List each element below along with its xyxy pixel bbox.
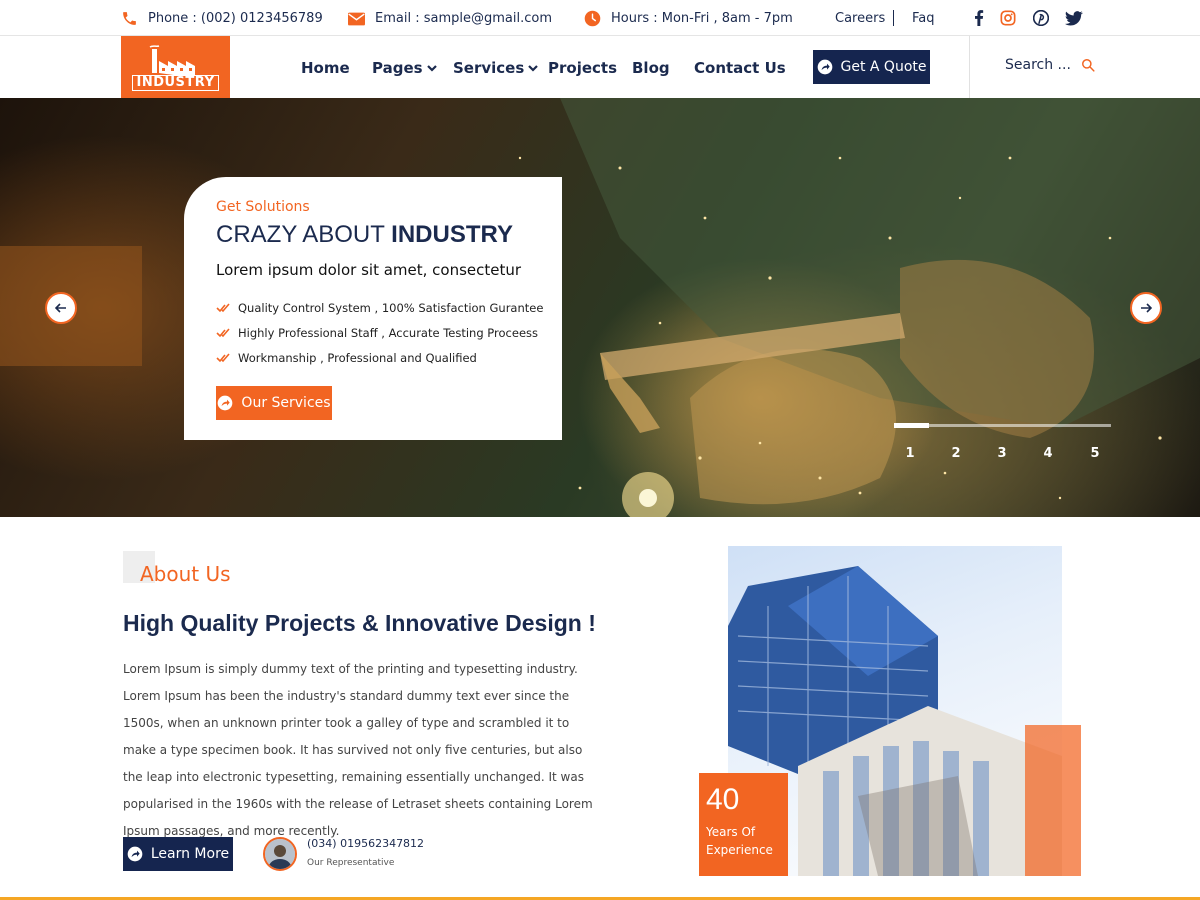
learn-more-button[interactable]: Learn More (123, 837, 233, 871)
double-check-icon (216, 352, 230, 362)
hero-background-image (0, 98, 1200, 517)
arrow-right-icon (1141, 303, 1152, 313)
top-bar: Phone : (002) 0123456789 Email : sample@… (0, 0, 1200, 36)
nav-blog[interactable]: Blog (632, 59, 670, 77)
get-quote-label: Get A Quote (840, 59, 927, 75)
experience-badge: 40 Years Of Experience (699, 773, 788, 876)
share-arrow-icon (218, 395, 233, 411)
slide-number-1[interactable]: 1 (900, 446, 920, 461)
decorative-orange-strip (1025, 725, 1081, 876)
site-logo[interactable]: INDUSTRY (121, 36, 230, 98)
hours-text: Hours : Mon-Fri , 8am - 7pm (611, 11, 793, 26)
factory-icon (149, 45, 195, 75)
arrow-left-icon (55, 303, 66, 313)
hero-card: Get Solutions CRAZY ABOUT INDUSTRY Lorem… (184, 177, 562, 440)
check-item-label: Workmanship , Professional and Qualified (238, 350, 477, 365)
experience-number: 40 (706, 783, 740, 816)
hero-title: CRAZY ABOUT INDUSTRY (216, 221, 562, 249)
nav-services-label: Services (453, 59, 525, 77)
about-description: Lorem Ipsum is simply dummy text of the … (123, 662, 593, 838)
slide-number-3[interactable]: 3 (992, 446, 1012, 461)
chevron-down-icon (528, 64, 539, 72)
check-item-label: Highly Professional Staff , Accurate Tes… (238, 325, 538, 340)
hero-title-light: CRAZY ABOUT (216, 221, 392, 248)
phone-text: Phone : (002) 0123456789 (148, 11, 323, 26)
nav-projects[interactable]: Projects (548, 59, 617, 77)
search-box[interactable]: Search ... (1005, 57, 1095, 73)
representative-phone[interactable]: (034) 019562347812 (307, 837, 424, 850)
slide-number-2[interactable]: 2 (946, 446, 966, 461)
chevron-down-icon (426, 64, 437, 72)
check-item-label: Quality Control System , 100% Satisfacti… (238, 300, 544, 315)
nav-home[interactable]: Home (301, 59, 350, 77)
pinterest-icon[interactable] (1032, 9, 1050, 27)
facebook-icon[interactable] (970, 9, 988, 27)
our-services-label: Our Services (241, 395, 331, 411)
experience-text-line-2: Experience (706, 843, 773, 857)
hero-title-bold: INDUSTRY (391, 221, 513, 248)
nav-pages-label: Pages (372, 59, 423, 77)
slider-prev-button[interactable] (45, 292, 77, 324)
header-divider (969, 36, 970, 98)
instagram-icon[interactable] (999, 9, 1017, 27)
site-header: INDUSTRY Home Pages Services Projects Bl… (0, 36, 1200, 98)
slider-progress-track (894, 423, 1111, 428)
email-info[interactable]: Email : sample@gmail.com (348, 10, 552, 27)
person-icon (265, 839, 295, 869)
check-item: Workmanship , Professional and Qualified (216, 345, 562, 370)
share-arrow-icon (817, 59, 832, 75)
our-services-button[interactable]: Our Services (216, 386, 332, 420)
phone-icon (121, 10, 138, 27)
learn-more-label: Learn More (150, 846, 230, 862)
representative-label: Our Representative (307, 858, 395, 868)
experience-text: Years Of Experience (706, 823, 788, 859)
nav-contact[interactable]: Contact Us (694, 59, 786, 77)
nav-pages[interactable]: Pages (372, 59, 437, 77)
share-arrow-icon (127, 846, 143, 862)
about-label: About Us (140, 562, 231, 586)
double-check-icon (216, 302, 230, 312)
hero-lead: Lorem ipsum dolor sit amet, consectetur (216, 261, 522, 279)
double-check-icon (216, 327, 230, 337)
logo-text: INDUSTRY (132, 75, 219, 91)
hero-subtitle: Get Solutions (216, 199, 310, 215)
about-title: High Quality Projects & Innovative Desig… (123, 610, 596, 636)
check-item: Quality Control System , 100% Satisfacti… (216, 295, 562, 320)
careers-link[interactable]: Careers (835, 11, 885, 26)
hero-slider: Get Solutions CRAZY ABOUT INDUSTRY Lorem… (0, 98, 1200, 517)
slide-number-5[interactable]: 5 (1085, 446, 1105, 461)
representative-avatar (263, 837, 297, 871)
topbar-divider (893, 10, 894, 26)
email-text: Email : sample@gmail.com (375, 11, 552, 26)
hours-info: Hours : Mon-Fri , 8am - 7pm (584, 10, 793, 27)
phone-info[interactable]: Phone : (002) 0123456789 (121, 10, 323, 27)
search-icon[interactable] (1081, 58, 1095, 72)
envelope-icon (348, 10, 365, 27)
faq-link[interactable]: Faq (912, 11, 935, 26)
check-item: Highly Professional Staff , Accurate Tes… (216, 320, 562, 345)
search-placeholder: Search ... (1005, 57, 1071, 73)
nav-services[interactable]: Services (453, 59, 539, 77)
clock-icon (584, 10, 601, 27)
hero-check-list: Quality Control System , 100% Satisfacti… (216, 295, 562, 370)
experience-text-line-1: Years Of (706, 825, 756, 839)
get-quote-button[interactable]: Get A Quote (813, 50, 930, 84)
slide-number-4[interactable]: 4 (1038, 446, 1058, 461)
twitter-icon[interactable] (1065, 9, 1083, 27)
slider-progress-fill (894, 423, 929, 428)
slider-next-button[interactable] (1130, 292, 1162, 324)
